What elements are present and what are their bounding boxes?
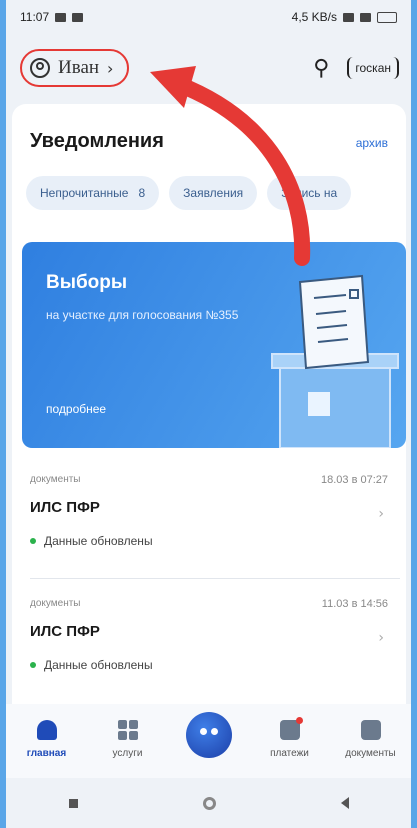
nav-services[interactable]: услуги xyxy=(93,720,163,759)
notification-badge xyxy=(295,717,303,724)
status-dot-icon xyxy=(30,538,36,544)
chip-unread[interactable]: Непрочитанные 8 xyxy=(26,176,160,210)
goscan-button[interactable]: госкан xyxy=(347,57,399,79)
notifications-title: Уведомления xyxy=(30,130,164,152)
chevron-right-icon: › xyxy=(107,58,114,78)
filter-chips: Непрочитанные 8 Заявления Запись на xyxy=(26,176,352,210)
list-item[interactable]: документы 18.03 в 07:27 ИЛС ПФР › Данные… xyxy=(30,474,400,548)
nav-label: услуги xyxy=(112,748,143,759)
profile-name: Иван xyxy=(58,57,100,78)
nav-assistant[interactable] xyxy=(174,712,244,758)
chip-label: Запись на xyxy=(281,186,338,200)
bottom-navigation: главная услуги платежи документы xyxy=(6,704,411,778)
banner-subtitle: на участке для голосования №355 xyxy=(46,308,239,322)
chevron-right-icon: › xyxy=(378,506,384,522)
app-header: Иван › ⚲ госкан xyxy=(6,38,411,98)
item-date: 11.03 в 14:56 xyxy=(321,598,388,610)
home-icon xyxy=(36,720,57,740)
nav-home[interactable]: главная xyxy=(12,720,82,759)
system-navigation-bar xyxy=(6,778,411,828)
item-title: ИЛС ПФР xyxy=(30,623,100,640)
chip-appointments[interactable]: Запись на xyxy=(267,176,352,210)
chip-count: 8 xyxy=(138,186,146,200)
phone-screen: 11:07 4,5 KB/s Иван › ⚲ госкан Уведомлен… xyxy=(6,0,411,828)
banner-title: Выборы xyxy=(46,272,128,293)
home-button[interactable] xyxy=(202,796,216,810)
status-dot-icon xyxy=(30,662,36,668)
nav-label: документы xyxy=(345,748,396,759)
notification-icon xyxy=(72,12,84,22)
chip-label: Заявления xyxy=(183,186,244,200)
nav-documents[interactable]: документы xyxy=(336,720,406,759)
banner-more-link[interactable]: подробнее xyxy=(46,402,106,416)
archive-link[interactable]: архив xyxy=(356,136,388,150)
payments-icon xyxy=(279,717,303,740)
signal-icon xyxy=(360,12,371,22)
chip-label: Непрочитанные xyxy=(40,186,129,200)
recents-button[interactable] xyxy=(68,798,78,808)
search-icon[interactable]: ⚲ xyxy=(313,56,329,81)
item-title: ИЛС ПФР xyxy=(30,499,100,516)
profile-button[interactable]: Иван › xyxy=(20,49,130,87)
back-button[interactable] xyxy=(340,797,349,809)
item-date: 18.03 в 07:27 xyxy=(320,474,388,486)
nav-label: главная xyxy=(26,748,67,759)
battery-icon xyxy=(377,11,397,23)
item-status: Данные обновлены xyxy=(30,658,400,672)
status-time: 11:07 xyxy=(20,10,50,24)
elections-banner[interactable]: Выборы на участке для голосования №355 п… xyxy=(22,242,406,448)
divider xyxy=(30,578,400,579)
item-status: Данные обновлены xyxy=(30,534,400,548)
status-bar: 11:07 4,5 KB/s xyxy=(6,0,411,34)
chevron-right-icon: › xyxy=(378,630,384,646)
nav-payments[interactable]: платежи xyxy=(255,717,325,759)
item-status-text: Данные обновлены xyxy=(44,534,153,548)
item-status-text: Данные обновлены xyxy=(44,658,153,672)
grid-icon xyxy=(117,720,138,740)
message-icon xyxy=(55,12,67,22)
user-icon xyxy=(30,58,50,78)
list-item[interactable]: документы 11.03 в 14:56 ИЛС ПФР › Данные… xyxy=(30,598,400,672)
robot-assistant-icon xyxy=(185,712,232,758)
network-speed: 4,5 KB/s xyxy=(291,10,337,24)
chip-applications[interactable]: Заявления xyxy=(169,176,258,210)
ballot-box-illustration xyxy=(271,274,399,448)
document-icon xyxy=(360,720,381,740)
wifi-icon xyxy=(343,12,354,22)
notifications-card: Уведомления архив Непрочитанные 8 Заявле… xyxy=(12,104,406,744)
nav-label: платежи xyxy=(270,748,309,759)
